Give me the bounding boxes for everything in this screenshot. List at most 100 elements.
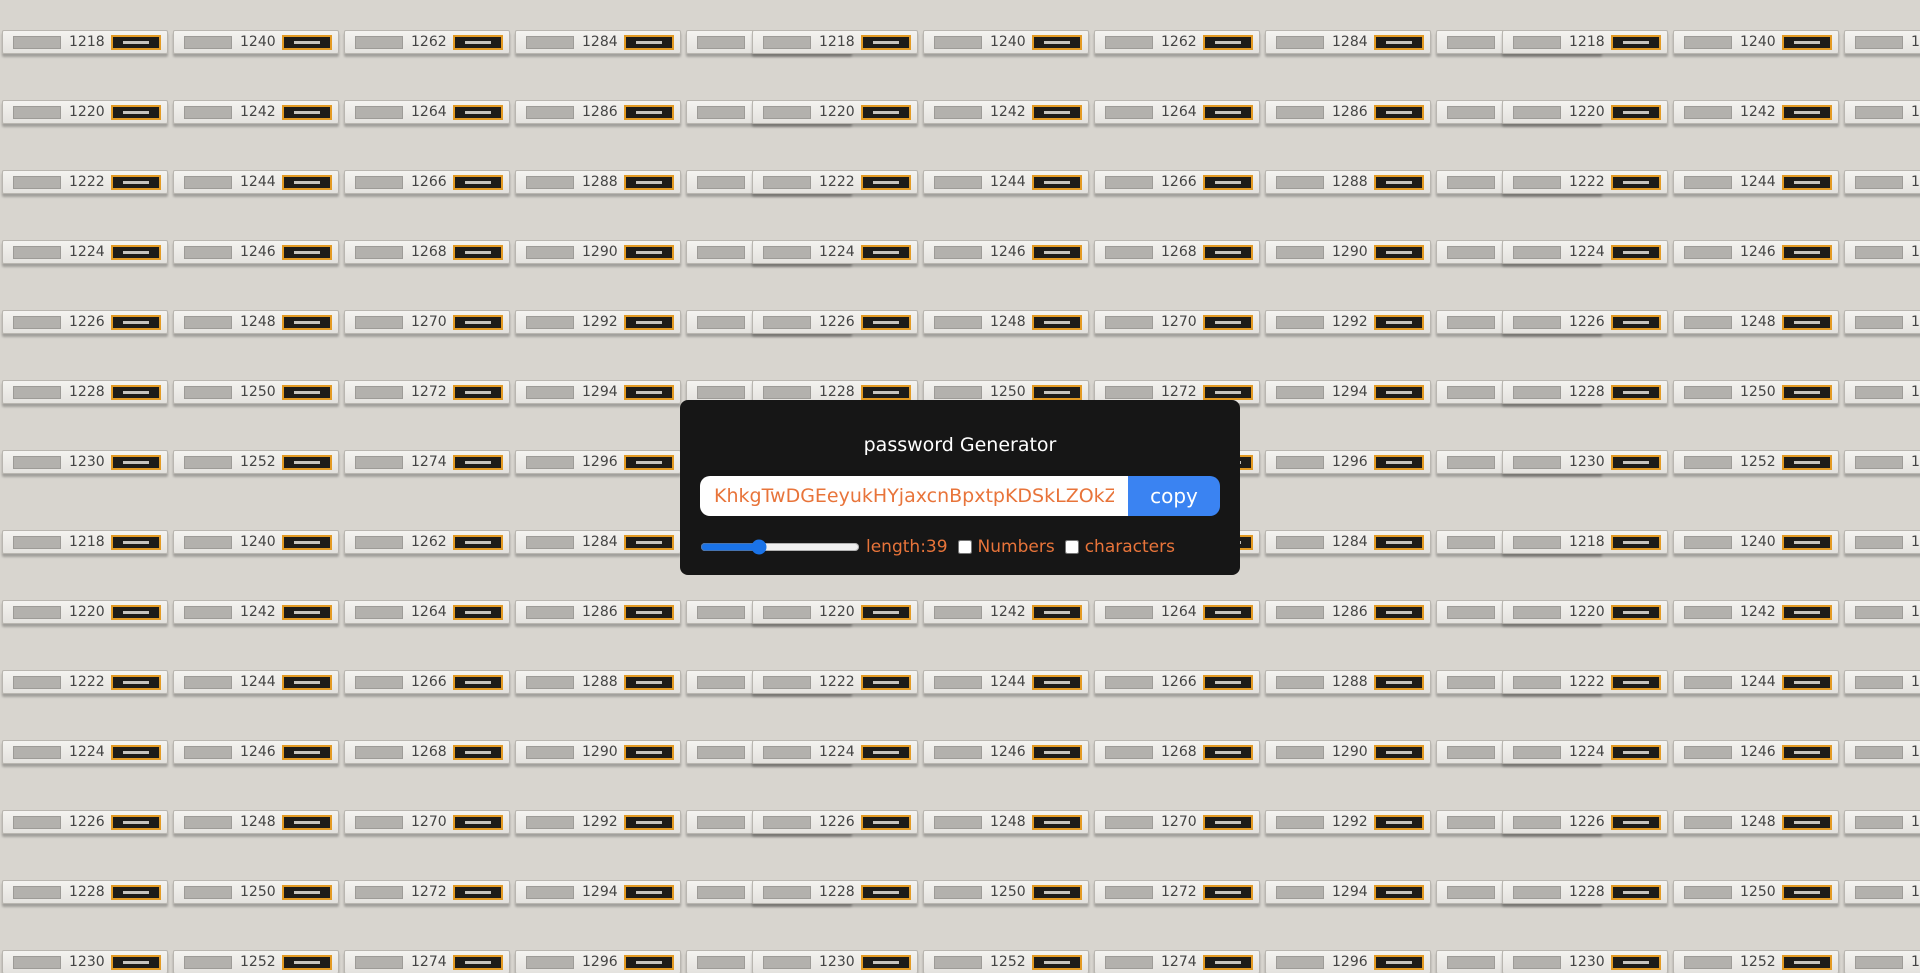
- plate-window: [1855, 676, 1903, 689]
- mailbox-plate: 1226: [2, 810, 168, 834]
- mailbox-plate: 1284: [515, 30, 681, 54]
- plate-number: 1242: [990, 604, 1026, 620]
- plate-window: [1447, 606, 1495, 619]
- mailbox-plate: 1228: [2, 380, 168, 404]
- plate-window: [355, 36, 403, 49]
- plate-window: [13, 956, 61, 969]
- plate-tag: [453, 35, 503, 50]
- mailbox-plate: 1244: [1673, 170, 1839, 194]
- plate-tag: [453, 815, 503, 830]
- mailbox-plate: 1230: [2, 950, 168, 973]
- plate-window: [1276, 816, 1324, 829]
- mailbox-plate: 1296: [1265, 950, 1431, 973]
- mailbox-plate: 1246: [173, 240, 339, 264]
- password-output-field[interactable]: [700, 476, 1128, 516]
- plate-tag: [1032, 315, 1082, 330]
- mailbox-plate: 1240: [1673, 30, 1839, 54]
- plate-tag: [1032, 955, 1082, 970]
- mailbox-plate: 1230: [1502, 450, 1668, 474]
- mailbox-plate: 1222: [752, 670, 918, 694]
- length-slider[interactable]: [700, 537, 860, 557]
- mailbox-plate: 1242: [173, 100, 339, 124]
- plate-number: 1240: [990, 34, 1026, 50]
- plate-number: 1222: [1569, 674, 1605, 690]
- plate-window: [1447, 176, 1495, 189]
- plate-tag: [624, 745, 674, 760]
- plate-number: 1290: [582, 744, 618, 760]
- plate-tag: [1611, 175, 1661, 190]
- plate-window: [526, 456, 574, 469]
- plate-number: 1222: [1569, 174, 1605, 190]
- mailbox-plate: 1266: [1844, 170, 1920, 194]
- plate-number: 1248: [1740, 814, 1776, 830]
- plate-number: 1244: [240, 174, 276, 190]
- plate-number: 1294: [582, 384, 618, 400]
- plate-number: 1274: [1161, 954, 1197, 970]
- plate-number: 1224: [1569, 744, 1605, 760]
- mailbox-plate: 1218: [2, 530, 168, 554]
- plate-window: [1105, 176, 1153, 189]
- plate-number: 1294: [582, 884, 618, 900]
- plate-window: [184, 456, 232, 469]
- mailbox-plate: 1242: [173, 600, 339, 624]
- plate-window: [355, 676, 403, 689]
- plate-number: 1296: [582, 954, 618, 970]
- plate-number: 1242: [990, 104, 1026, 120]
- characters-checkbox[interactable]: [1064, 540, 1079, 554]
- mailbox-plate: 1274: [1094, 950, 1260, 973]
- mailbox-plate: 1296: [1265, 450, 1431, 474]
- plate-window: [526, 886, 574, 899]
- plate-tag: [1203, 315, 1253, 330]
- plate-number: 1292: [582, 814, 618, 830]
- plate-window: [1684, 316, 1732, 329]
- plate-number: 1246: [1740, 244, 1776, 260]
- plate-number: 1250: [1740, 884, 1776, 900]
- plate-tag: [1203, 815, 1253, 830]
- plate-window: [13, 886, 61, 899]
- plate-number: 1264: [1161, 604, 1197, 620]
- plate-window: [934, 676, 982, 689]
- mailbox-plate: 1250: [1673, 880, 1839, 904]
- plate-number: 1220: [69, 104, 105, 120]
- mailbox-plate: 1262: [344, 530, 510, 554]
- plate-number: 1252: [240, 954, 276, 970]
- mailbox-plate: 1296: [515, 950, 681, 973]
- plate-number: 1248: [240, 314, 276, 330]
- plate-tag: [1374, 455, 1424, 470]
- mailbox-plate: 1240: [1673, 530, 1839, 554]
- mailbox-plate: 1288: [1265, 170, 1431, 194]
- plate-tag: [624, 315, 674, 330]
- mailbox-plate: 1292: [1265, 310, 1431, 334]
- plate-tag: [1032, 605, 1082, 620]
- plate-window: [1855, 816, 1903, 829]
- plate-window: [1684, 246, 1732, 259]
- plate-number: 1286: [582, 604, 618, 620]
- plate-window: [763, 106, 811, 119]
- mailbox-plate: 1228: [2, 880, 168, 904]
- plate-number: 1222: [819, 174, 855, 190]
- plate-number: 1264: [1911, 104, 1920, 120]
- plate-number: 1240: [1740, 534, 1776, 550]
- plate-window: [526, 816, 574, 829]
- plate-number: 1244: [990, 174, 1026, 190]
- plate-window: [13, 746, 61, 759]
- mailbox-plate: 1242: [923, 600, 1089, 624]
- copy-button[interactable]: copy: [1128, 476, 1220, 516]
- plate-window: [1513, 36, 1561, 49]
- plate-tag: [1032, 385, 1082, 400]
- plate-window: [355, 106, 403, 119]
- plate-tag: [282, 385, 332, 400]
- plate-number: 1270: [1911, 314, 1920, 330]
- plate-number: 1294: [1332, 884, 1368, 900]
- numbers-checkbox[interactable]: [957, 540, 972, 554]
- mailbox-plate: 1222: [2, 170, 168, 194]
- plate-number: 1262: [1911, 534, 1920, 550]
- plate-number: 1228: [819, 384, 855, 400]
- plate-window: [526, 106, 574, 119]
- plate-window: [1855, 536, 1903, 549]
- mailbox-plate: 1226: [2, 310, 168, 334]
- plate-number: 1218: [69, 34, 105, 50]
- plate-tag: [624, 455, 674, 470]
- plate-number: 1266: [1911, 674, 1920, 690]
- length-label: length:39: [866, 537, 948, 557]
